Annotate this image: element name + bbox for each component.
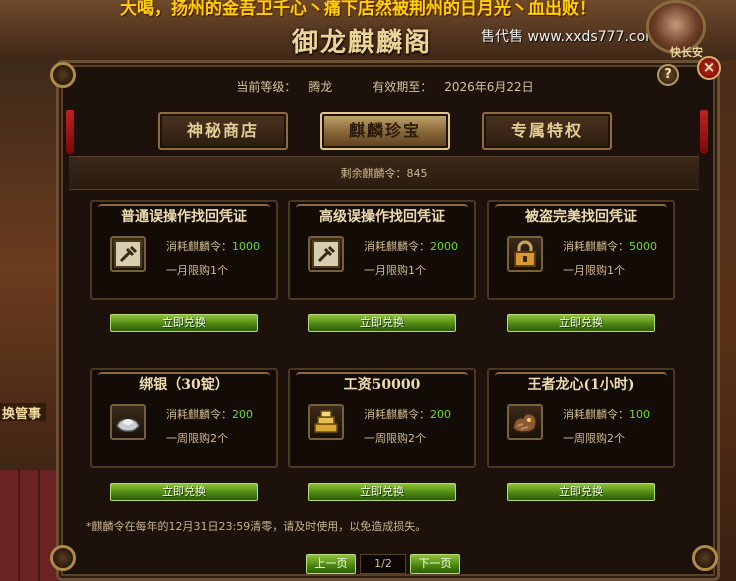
balance-label: 剩余麒麟令：	[340, 167, 407, 180]
level-value: 腾龙	[308, 80, 333, 94]
expiry-value: 2026年6月22日	[444, 80, 534, 94]
item-title: 王者龙心(1小时)	[527, 377, 635, 393]
redeem-button[interactable]: 立即兑换	[308, 314, 456, 332]
cost-value: 1000	[232, 240, 260, 253]
expiry-label: 有效期至：	[372, 80, 433, 94]
purchase-limit: 一周限购2个	[166, 432, 228, 445]
token-reset-note: *麒麟令在每年的12月31日23:59清零，请及时使用，以免造成损失。	[86, 520, 427, 533]
shop-item-card: 普通误操作找回凭证 消耗麒麟令：1000 一月限购1个	[90, 200, 278, 300]
level-label: 当前等级：	[236, 80, 297, 94]
tab-mystery-shop[interactable]: 神秘商店	[158, 112, 288, 150]
lock-icon[interactable]	[507, 236, 543, 272]
item-cost: 消耗麒麟令：5000	[563, 240, 657, 253]
item-cost: 消耗麒麟令：2000	[364, 240, 458, 253]
shop-item-card: 工资50000 消耗麒麟令：200 一周限购2个	[288, 368, 476, 468]
page-indicator: 1/2	[360, 554, 406, 574]
redeem-button[interactable]: 立即兑换	[507, 483, 655, 501]
cost-value: 5000	[629, 240, 657, 253]
cost-value: 100	[629, 408, 650, 421]
dragon-heart-icon[interactable]	[507, 404, 543, 440]
repair-card-icon[interactable]	[110, 236, 146, 272]
shop-item-card: 绑银（30锭） 消耗麒麟令：200 一周限购2个	[90, 368, 278, 468]
window-title-logo: 御龙麒麟阁	[292, 28, 433, 58]
shop-item-card: 高级误操作找回凭证 消耗麒麟令：2000 一月限购1个	[288, 200, 476, 300]
purchase-limit: 一周限购2个	[364, 432, 426, 445]
corner-ornament-icon	[692, 545, 718, 571]
purchase-limit: 一周限购2个	[563, 432, 625, 445]
cost-value: 200	[232, 408, 253, 421]
close-button[interactable]: ×	[697, 56, 721, 80]
gold-stack-icon[interactable]	[308, 404, 344, 440]
membership-info: 当前等级： 腾龙 有效期至： 2026年6月22日	[66, 72, 692, 102]
redeem-button[interactable]: 立即兑换	[110, 483, 258, 501]
tassel-ornament	[66, 110, 74, 154]
cost-value: 200	[430, 408, 451, 421]
item-title: 工资50000	[343, 377, 421, 393]
corner-ornament-icon	[50, 545, 76, 571]
help-button[interactable]: ?	[657, 64, 679, 86]
purchase-limit: 一月限购1个	[563, 264, 625, 277]
item-cost: 消耗麒麟令：1000	[166, 240, 260, 253]
side-menu-label[interactable]: 换管事	[0, 403, 46, 422]
redeem-button[interactable]: 立即兑换	[308, 483, 456, 501]
tassel-ornament	[700, 110, 708, 154]
server-announcement: 大喝，扬州的金吾卫千心丶痛下店然被荆州的日月光丶血出败！	[120, 0, 596, 18]
item-cost: 消耗麒麟令：100	[563, 408, 650, 421]
next-page-button[interactable]: 下一页	[410, 554, 460, 574]
item-cost: 消耗麒麟令：200	[364, 408, 451, 421]
remaining-token-bar: 剩余麒麟令：845	[69, 156, 699, 190]
redeem-button[interactable]: 立即兑换	[507, 314, 655, 332]
item-title: 普通误操作找回凭证	[121, 209, 247, 225]
tab-exclusive-privilege[interactable]: 专属特权	[482, 112, 612, 150]
shop-item-card: 被盗完美找回凭证 消耗麒麟令：5000 一月限购1个	[487, 200, 675, 300]
balance-value: 845	[406, 167, 428, 180]
tab-bar: 神秘商店 麒麟珍宝 专属特权	[152, 112, 622, 150]
silver-ingot-icon[interactable]	[110, 404, 146, 440]
item-title: 被盗完美找回凭证	[525, 209, 637, 225]
cost-value: 2000	[430, 240, 458, 253]
item-title: 绑银（30锭）	[139, 377, 229, 393]
purchase-limit: 一月限购1个	[364, 264, 426, 277]
repair-card-icon[interactable]	[308, 236, 344, 272]
tab-qilin-treasure[interactable]: 麒麟珍宝	[320, 112, 450, 150]
item-title: 高级误操作找回凭证	[319, 209, 445, 225]
shop-item-card: 王者龙心(1小时) 消耗麒麟令：100 一周限购2个	[487, 368, 675, 468]
prev-page-button[interactable]: 上一页	[306, 554, 356, 574]
redeem-button[interactable]: 立即兑换	[110, 314, 258, 332]
item-cost: 消耗麒麟令：200	[166, 408, 253, 421]
purchase-limit: 一月限购1个	[166, 264, 228, 277]
